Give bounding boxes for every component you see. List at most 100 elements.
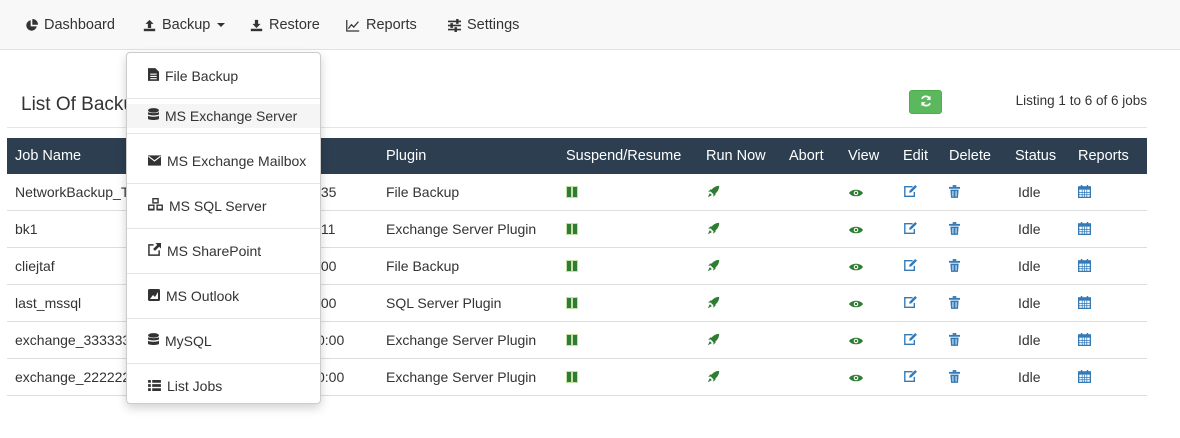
edit-button[interactable] (903, 285, 917, 322)
pause-icon (566, 222, 578, 238)
job-name-cell[interactable]: bk1 (15, 211, 38, 248)
refresh-button[interactable] (909, 90, 942, 114)
header-plugin[interactable]: Plugin (386, 138, 426, 174)
calendar-icon (1077, 221, 1092, 238)
suspend-button[interactable] (566, 174, 578, 211)
reports-button[interactable] (1077, 211, 1092, 248)
nav-restore-label: Restore (269, 17, 320, 33)
header-abort: Abort (789, 148, 824, 164)
edit-button[interactable] (903, 211, 917, 248)
header-job-name[interactable]: Job Name (15, 138, 81, 174)
reports-button[interactable] (1077, 248, 1092, 285)
status-cell: Idle (1018, 369, 1041, 385)
plugin-cell: File Backup (386, 258, 460, 274)
menu-item-ms-sharepoint[interactable]: MS SharePoint (127, 228, 320, 273)
top-navbar: Dashboard Backup Restore Reports Setting… (0, 0, 1180, 50)
menu-item-label: MS Outlook (166, 287, 240, 304)
plugin-cell: Exchange Server Plugin (386, 221, 537, 237)
nav-dashboard[interactable]: Dashboard (24, 0, 115, 50)
menu-item-label: MS SharePoint (167, 242, 262, 259)
run-now-button[interactable] (707, 359, 720, 396)
view-button[interactable] (849, 359, 863, 396)
menu-item-ms-exchange-mailbox[interactable]: MS Exchange Mailbox (127, 138, 320, 183)
run-now-button[interactable] (707, 211, 720, 248)
delete-button[interactable] (949, 211, 960, 248)
edit-button[interactable] (903, 248, 917, 285)
delete-button[interactable] (949, 359, 960, 396)
run-now-button[interactable] (707, 322, 720, 359)
menu-item-list-jobs[interactable]: List Jobs (127, 363, 320, 408)
calendar-icon (1077, 258, 1092, 275)
nav-settings[interactable]: Settings (447, 0, 519, 50)
rocket-icon (707, 222, 720, 238)
job-name-cell[interactable]: NetworkBackup_T (15, 174, 129, 211)
edit-icon (903, 332, 917, 349)
rocket-icon (707, 370, 720, 386)
job-name-cell[interactable]: exchange_222222 (15, 359, 130, 396)
run-now-button[interactable] (707, 285, 720, 322)
suspend-button[interactable] (566, 211, 578, 248)
suspend-button[interactable] (566, 248, 578, 285)
edit-icon (903, 184, 917, 201)
menu-item-label: MySQL (165, 332, 212, 349)
edit-icon (903, 258, 917, 275)
run-now-button[interactable] (707, 174, 720, 211)
reports-button[interactable] (1077, 322, 1092, 359)
job-name-cell[interactable]: cliejtaf (15, 248, 55, 285)
view-button[interactable] (849, 322, 863, 359)
edit-button[interactable] (903, 322, 917, 359)
suspend-button[interactable] (566, 359, 578, 396)
nav-reports[interactable]: Reports (346, 0, 417, 50)
menu-item-ms-sql-server[interactable]: MS SQL Server (127, 183, 320, 228)
reports-button[interactable] (1077, 285, 1092, 322)
menu-item-label: MS Exchange Server (165, 108, 298, 124)
run-now-button[interactable] (707, 248, 720, 285)
edit-button[interactable] (903, 174, 917, 211)
menu-item-mysql[interactable]: MySQL (127, 318, 320, 363)
view-button[interactable] (849, 211, 863, 248)
delete-button[interactable] (949, 248, 960, 285)
edit-icon (903, 295, 917, 312)
header-edit: Edit (903, 148, 928, 164)
delete-button[interactable] (949, 285, 960, 322)
menu-item-ms-outlook[interactable]: MS Outlook (127, 273, 320, 318)
menu-divider (127, 133, 320, 134)
eye-icon (849, 259, 863, 275)
job-name-cell[interactable]: exchange_333333 (15, 322, 130, 359)
envelope-icon (148, 153, 161, 169)
menu-item-ms-exchange-server[interactable]: MS Exchange Server (127, 104, 320, 128)
view-button[interactable] (849, 174, 863, 211)
delete-button[interactable] (949, 322, 960, 359)
calendar-icon (1077, 332, 1092, 349)
pause-icon (566, 370, 578, 386)
edit-icon (903, 221, 917, 238)
menu-item-label: MS SQL Server (169, 197, 267, 214)
job-name-cell[interactable]: last_mssql (15, 285, 81, 322)
rocket-icon (707, 296, 720, 312)
nav-backup[interactable]: Backup (142, 0, 226, 50)
edit-button[interactable] (903, 359, 917, 396)
status-cell: Idle (1018, 221, 1041, 237)
edit-icon (903, 369, 917, 386)
pie-chart-icon (24, 18, 38, 32)
menu-item-label: MS Exchange Mailbox (167, 152, 307, 169)
cubes-icon (148, 197, 163, 214)
calendar-icon (1077, 295, 1092, 312)
view-button[interactable] (849, 285, 863, 322)
pause-icon (566, 185, 578, 201)
delete-button[interactable] (949, 174, 960, 211)
view-button[interactable] (849, 248, 863, 285)
reports-button[interactable] (1077, 174, 1092, 211)
menu-item-file-backup[interactable]: File Backup (127, 53, 320, 98)
header-run-now: Run Now (706, 148, 766, 164)
nav-restore[interactable]: Restore (249, 0, 320, 50)
status-cell: Idle (1018, 258, 1041, 274)
suspend-button[interactable] (566, 285, 578, 322)
header-reports: Reports (1078, 148, 1129, 164)
menu-item-label: File Backup (165, 67, 239, 84)
line-chart-icon (346, 18, 360, 32)
suspend-button[interactable] (566, 322, 578, 359)
reports-button[interactable] (1077, 359, 1092, 396)
page-title: List Of Backup Jobs (21, 94, 127, 115)
outlook-icon (148, 288, 160, 304)
